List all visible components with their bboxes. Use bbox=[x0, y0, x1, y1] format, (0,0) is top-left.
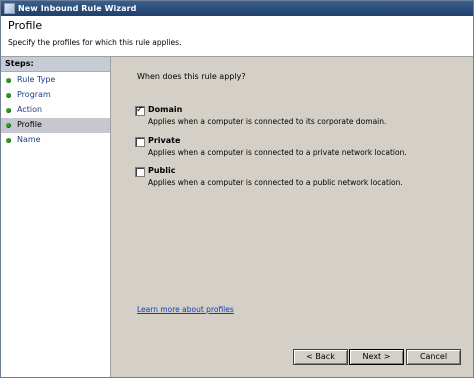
step-label: Program bbox=[17, 90, 51, 99]
step-status-icon bbox=[6, 108, 11, 113]
domain-description: Applies when a computer is connected to … bbox=[148, 117, 387, 126]
step-label: Profile bbox=[17, 120, 42, 129]
checkmark-icon: ✓ bbox=[136, 105, 144, 115]
wizard-window: New Inbound Rule Wizard Profile Specify … bbox=[0, 0, 474, 378]
private-checkbox[interactable] bbox=[135, 137, 145, 147]
private-label[interactable]: Private bbox=[148, 136, 180, 145]
step-status-icon bbox=[6, 78, 11, 83]
steps-heading: Steps: bbox=[1, 57, 110, 72]
domain-checkbox[interactable]: ✓ bbox=[135, 105, 145, 116]
public-label[interactable]: Public bbox=[148, 166, 176, 175]
cancel-button[interactable]: Cancel bbox=[406, 349, 461, 365]
step-label: Action bbox=[17, 105, 43, 114]
firewall-icon bbox=[4, 3, 15, 14]
learn-more-link[interactable]: Learn more about profiles bbox=[137, 305, 234, 314]
window-title: New Inbound Rule Wizard bbox=[18, 4, 137, 13]
question-text: When does this rule apply? bbox=[137, 72, 246, 81]
back-button[interactable]: < Back bbox=[293, 349, 348, 365]
step-status-icon bbox=[6, 123, 11, 128]
public-description: Applies when a computer is connected to … bbox=[148, 178, 403, 187]
page-title: Profile bbox=[8, 19, 43, 32]
step-label: Name bbox=[17, 135, 41, 144]
page-subtitle: Specify the profiles for which this rule… bbox=[8, 38, 182, 47]
step-label: Rule Type bbox=[17, 75, 56, 84]
step-status-icon bbox=[6, 138, 11, 143]
content-panel: When does this rule apply? ✓ Domain Appl… bbox=[111, 57, 473, 377]
step-status-icon bbox=[6, 93, 11, 98]
wizard-header: Profile Specify the profiles for which t… bbox=[1, 16, 473, 57]
private-description: Applies when a computer is connected to … bbox=[148, 148, 407, 157]
step-action[interactable]: Action bbox=[1, 103, 110, 118]
next-button[interactable]: Next > bbox=[349, 349, 404, 365]
domain-label[interactable]: Domain bbox=[148, 105, 182, 114]
title-bar[interactable]: New Inbound Rule Wizard bbox=[1, 1, 473, 16]
public-checkbox[interactable] bbox=[135, 167, 145, 177]
step-profile[interactable]: Profile bbox=[1, 118, 110, 133]
step-program[interactable]: Program bbox=[1, 88, 110, 103]
step-rule-type[interactable]: Rule Type bbox=[1, 73, 110, 88]
steps-panel: Steps: Rule Type Program Action Profile … bbox=[1, 57, 111, 377]
step-name[interactable]: Name bbox=[1, 133, 110, 148]
